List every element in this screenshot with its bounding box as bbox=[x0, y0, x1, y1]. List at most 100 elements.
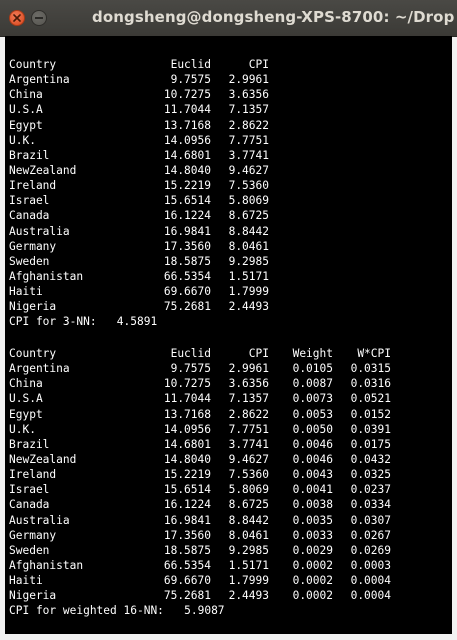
table-row: Sweden 18.5875 9.2985 bbox=[9, 254, 269, 269]
table-row: U.S.A 11.7044 7.1357 bbox=[9, 102, 269, 117]
table-cell: 0.0325 bbox=[350, 468, 391, 482]
result-line: CPI for weighted 16-NN: 5.9087 bbox=[9, 604, 225, 618]
table-row: Argentina 9.7575 2.9961 0.0105 0.0315 bbox=[9, 361, 391, 376]
table-cell: U.S.A bbox=[9, 392, 43, 406]
table-cell: 15.6514 bbox=[163, 483, 211, 497]
table-cell: Germany bbox=[9, 239, 57, 253]
table-cell: 9.7575 bbox=[170, 362, 211, 376]
table-cell: Brazil bbox=[9, 437, 50, 451]
table-cell: 13.7168 bbox=[163, 118, 211, 132]
column-header: CPI bbox=[248, 58, 269, 71]
table-cell: China bbox=[9, 377, 43, 391]
table-cell: 17.3560 bbox=[163, 239, 211, 253]
table-row: Canada 16.1224 8.6725 bbox=[9, 208, 269, 223]
table-cell: Egypt bbox=[9, 407, 43, 421]
table-cell: 0.0521 bbox=[350, 392, 391, 406]
table-cell: Egypt bbox=[9, 118, 43, 132]
table-row: U.K. 14.0956 7.7751 0.0050 0.0391 bbox=[9, 422, 391, 437]
table-cell: 14.8040 bbox=[163, 452, 211, 466]
table-cell: 9.2985 bbox=[228, 254, 269, 268]
table-cell: 69.6670 bbox=[163, 574, 211, 588]
table-row: Brazil 14.6801 3.7741 0.0046 0.0175 bbox=[9, 437, 391, 452]
table-cell: U.S.A bbox=[9, 103, 43, 117]
table-row: Afghanistan 66.5354 1.5171 0.0002 0.0003 bbox=[9, 558, 391, 573]
table-cell: 14.6801 bbox=[163, 148, 211, 162]
table-cell: 16.1224 bbox=[163, 498, 211, 512]
table-row: Nigeria 75.2681 2.4493 0.0002 0.0004 bbox=[9, 588, 391, 603]
table-cell: Argentina bbox=[9, 362, 70, 376]
column-header: Country bbox=[9, 347, 57, 360]
table-cell: 2.9961 bbox=[228, 362, 269, 376]
close-button[interactable] bbox=[9, 10, 25, 26]
table-cell: 0.0002 bbox=[292, 558, 333, 572]
table-cell: Brazil bbox=[9, 148, 50, 162]
column-header: Country bbox=[9, 58, 57, 71]
table-row: Haiti 69.6670 1.7999 0.0002 0.0004 bbox=[9, 573, 391, 588]
column-header: W*CPI bbox=[357, 347, 391, 360]
table-cell: 1.5171 bbox=[228, 269, 269, 283]
table-cell: 8.8442 bbox=[228, 513, 269, 527]
table-cell: 2.8622 bbox=[228, 407, 269, 421]
window-title: dongsheng@dongsheng-XPS-8700: ~/Drop bbox=[92, 8, 455, 26]
table-cell: 0.0029 bbox=[292, 543, 333, 557]
table-cell: 8.0461 bbox=[228, 528, 269, 542]
table-cell: 7.7751 bbox=[228, 133, 269, 147]
title-bar[interactable]: dongsheng@dongsheng-XPS-8700: ~/Drop bbox=[0, 0, 457, 37]
table-cell: 0.0087 bbox=[292, 377, 333, 391]
minimize-button[interactable] bbox=[31, 10, 47, 26]
table-cell: 0.0053 bbox=[292, 407, 333, 421]
table-cell: 8.0461 bbox=[228, 239, 269, 253]
table-row: Sweden 18.5875 9.2985 0.0029 0.0269 bbox=[9, 543, 391, 558]
table-cell: 8.6725 bbox=[228, 209, 269, 223]
table-cell: 8.8442 bbox=[228, 224, 269, 238]
table-cell: 7.7751 bbox=[228, 422, 269, 436]
result-line: CPI for 3-NN: 4.5891 bbox=[9, 315, 158, 329]
table-row: China 10.7275 3.6356 bbox=[9, 87, 269, 102]
table-cell: 3.7741 bbox=[228, 437, 269, 451]
table-cell: 0.0316 bbox=[350, 377, 391, 391]
table-cell: Australia bbox=[9, 513, 70, 527]
table-cell: 0.0035 bbox=[292, 513, 333, 527]
table-cell: NewZealand bbox=[9, 452, 77, 466]
table-cell: 9.7575 bbox=[170, 73, 211, 87]
table-cell: 75.2681 bbox=[163, 589, 211, 603]
table-cell: 1.7999 bbox=[228, 574, 269, 588]
table-cell: 16.9841 bbox=[163, 224, 211, 238]
table-cell: Sweden bbox=[9, 543, 50, 557]
table-cell: Australia bbox=[9, 224, 70, 238]
table-cell: NewZealand bbox=[9, 163, 77, 177]
table-cell: 15.2219 bbox=[163, 179, 211, 193]
table-cell: Canada bbox=[9, 498, 50, 512]
table-cell: 69.6670 bbox=[163, 285, 211, 299]
table-cell: China bbox=[9, 88, 43, 102]
column-header: Weight bbox=[292, 347, 333, 360]
table-cell: 0.0267 bbox=[350, 528, 391, 542]
table-row: China 10.7275 3.6356 0.0087 0.0316 bbox=[9, 376, 391, 391]
table-3nn: Country Euclid CPI Argentina 9.7575 2.9961 Chi… bbox=[9, 57, 269, 330]
table-cell: 3.6356 bbox=[228, 377, 269, 391]
table-row: Israel 15.6514 5.8069 bbox=[9, 193, 269, 208]
table-cell: Nigeria bbox=[9, 300, 57, 314]
table-row: NewZealand 14.8040 9.4627 bbox=[9, 163, 269, 178]
table-cell: 17.3560 bbox=[163, 528, 211, 542]
column-header: Euclid bbox=[170, 58, 211, 71]
table-cell: 8.6725 bbox=[228, 498, 269, 512]
table-cell: 15.6514 bbox=[163, 194, 211, 208]
table-cell: 0.0046 bbox=[292, 437, 333, 451]
table-row: Canada 16.1224 8.6725 0.0038 0.0334 bbox=[9, 497, 391, 512]
table-cell: U.K. bbox=[9, 133, 36, 147]
terminal-output[interactable]: Country Euclid CPI Argentina 9.7575 2.9961 Chi… bbox=[5, 36, 452, 634]
table-row: Afghanistan 66.5354 1.5171 bbox=[9, 269, 269, 284]
table-row: Argentina 9.7575 2.9961 bbox=[9, 72, 269, 87]
table-cell: 14.0956 bbox=[163, 133, 211, 147]
table-cell: 2.4493 bbox=[228, 589, 269, 603]
table-cell: 2.9961 bbox=[228, 73, 269, 87]
table-cell: 0.0002 bbox=[292, 589, 333, 603]
table-cell: 7.5360 bbox=[228, 468, 269, 482]
table-cell: Ireland bbox=[9, 179, 57, 193]
table-cell: 0.0073 bbox=[292, 392, 333, 406]
table-cell: 0.0004 bbox=[350, 589, 391, 603]
table-cell: 0.0041 bbox=[292, 483, 333, 497]
table-cell: 0.0334 bbox=[350, 498, 391, 512]
table-cell: 9.4627 bbox=[228, 163, 269, 177]
